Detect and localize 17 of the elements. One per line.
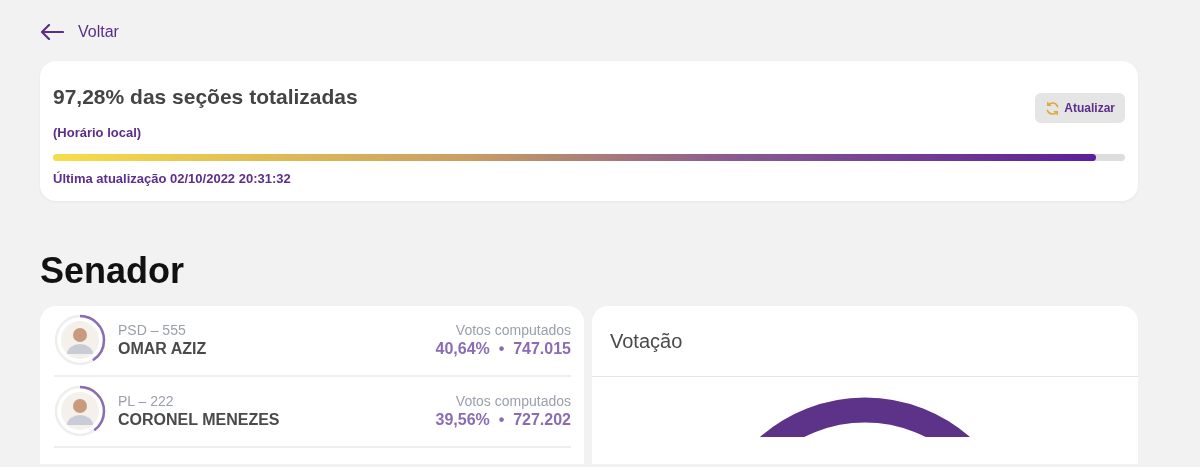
candidate-name: OMAR AZIZ — [118, 339, 208, 359]
candidate-name: CORONEL MENEZES — [118, 410, 281, 430]
candidate-row[interactable]: PSD – 555 OMAR AZIZ Votos computados 40,64% • 747.015 — [54, 305, 571, 377]
votes-label: Votos computados — [454, 322, 571, 339]
candidate-row[interactable]: PL – 222 CORONEL MENEZES Votos computados 39,56% • 727.202 — [54, 376, 571, 448]
refresh-button[interactable]: Atualizar — [1035, 93, 1125, 123]
votes-label: Votos computados — [454, 393, 571, 410]
vote-count: 39,56% • 727.202 — [435, 410, 571, 430]
last-update: Última atualização 02/10/2022 20:31:32 — [53, 170, 292, 188]
panel-title: Votação — [592, 305, 1138, 377]
progress-title: 97,28% das seções totalizadas — [53, 84, 358, 110]
party-number: PSD – 555 — [118, 322, 187, 339]
back-link[interactable]: Voltar — [40, 20, 119, 44]
vote-count: 40,64% • 747.015 — [435, 339, 571, 359]
party-number: PL – 222 — [118, 393, 175, 410]
timezone-note: (Horário local) — [53, 123, 143, 142]
section-title: Senador — [40, 248, 186, 292]
